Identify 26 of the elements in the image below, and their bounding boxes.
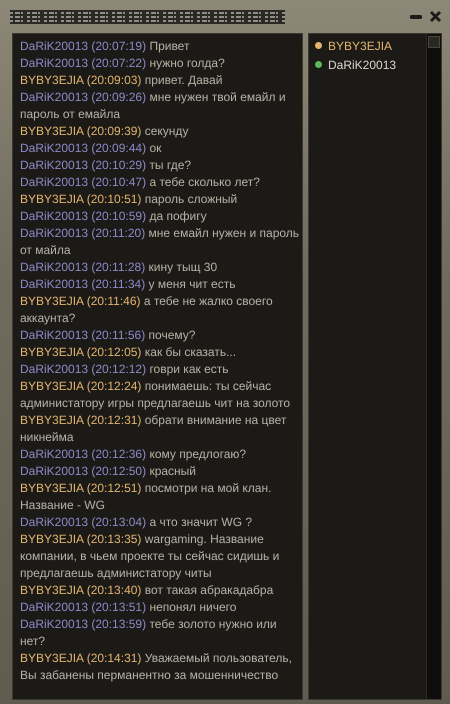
chat-message: DaRiK20013 (20:09:44) ок	[20, 140, 162, 157]
chat-message: BYBY3EJIA (20:09:03) привет. Давай	[20, 72, 224, 89]
chat-message: DaRiK20013 (20:12:50) красный	[20, 463, 197, 480]
chat-message: DaRiK20013 (20:13:04) а что значит WG ?	[20, 514, 254, 531]
chat-message: DaRiK20013 (20:12:12) говри как есть	[20, 361, 230, 378]
chat-message: BYBY3EJIA (20:14:31) Уважаемый пользователь, Вы забанены перманентно за мошенничество	[20, 650, 293, 684]
chat-message: DaRiK20013 (20:11:34) у меня чит есть	[20, 276, 236, 293]
chat-message: DaRiK20013 (20:10:47) а тебе сколько лет?	[20, 174, 261, 191]
chat-message: DaRiK20013 (20:07:22) нужно голда?	[20, 55, 226, 72]
member-name[interactable]: BYBY3EJIA	[328, 38, 392, 52]
chat-message: DaRiK20013 (20:12:36) кому предлогаю?	[20, 446, 248, 463]
chat-message: BYBY3EJIA (20:10:51) пароль сложный	[20, 191, 238, 208]
chat-message: DaRiK20013 (20:07:19) Привет	[20, 38, 190, 55]
chat-message: BYBY3EJIA (20:09:39) секунду	[20, 123, 190, 140]
chat-message: DaRiK20013 (20:10:59) да пофигу	[20, 208, 208, 225]
chat-message: DaRiK20013 (20:13:51) непонял ничего	[20, 599, 238, 616]
close-icon[interactable]	[429, 10, 442, 23]
chat-message: BYBY3EJIA (20:13:40) вот такая абракадабра	[20, 582, 274, 599]
chat-message: BYBY3EJIA (20:11:46) а тебе не жалко своего аккаунта?	[20, 293, 274, 327]
chat-message: DaRiK20013 (20:11:28) кину тыщ 30	[20, 259, 218, 276]
chat-message: BYBY3EJIA (20:12:05) как бы сказать...	[20, 344, 238, 361]
chat-message: DaRiK20013 (20:13:59) тебе золото нужно или нет?	[20, 616, 278, 650]
member-name[interactable]: DaRiK20013	[328, 58, 396, 72]
chat-message: DaRiK20013 (20:11:56) почему?	[20, 327, 196, 344]
scrollbar[interactable]	[426, 34, 441, 699]
chat-message: DaRiK20013 (20:10:29) ты где?	[20, 157, 192, 174]
